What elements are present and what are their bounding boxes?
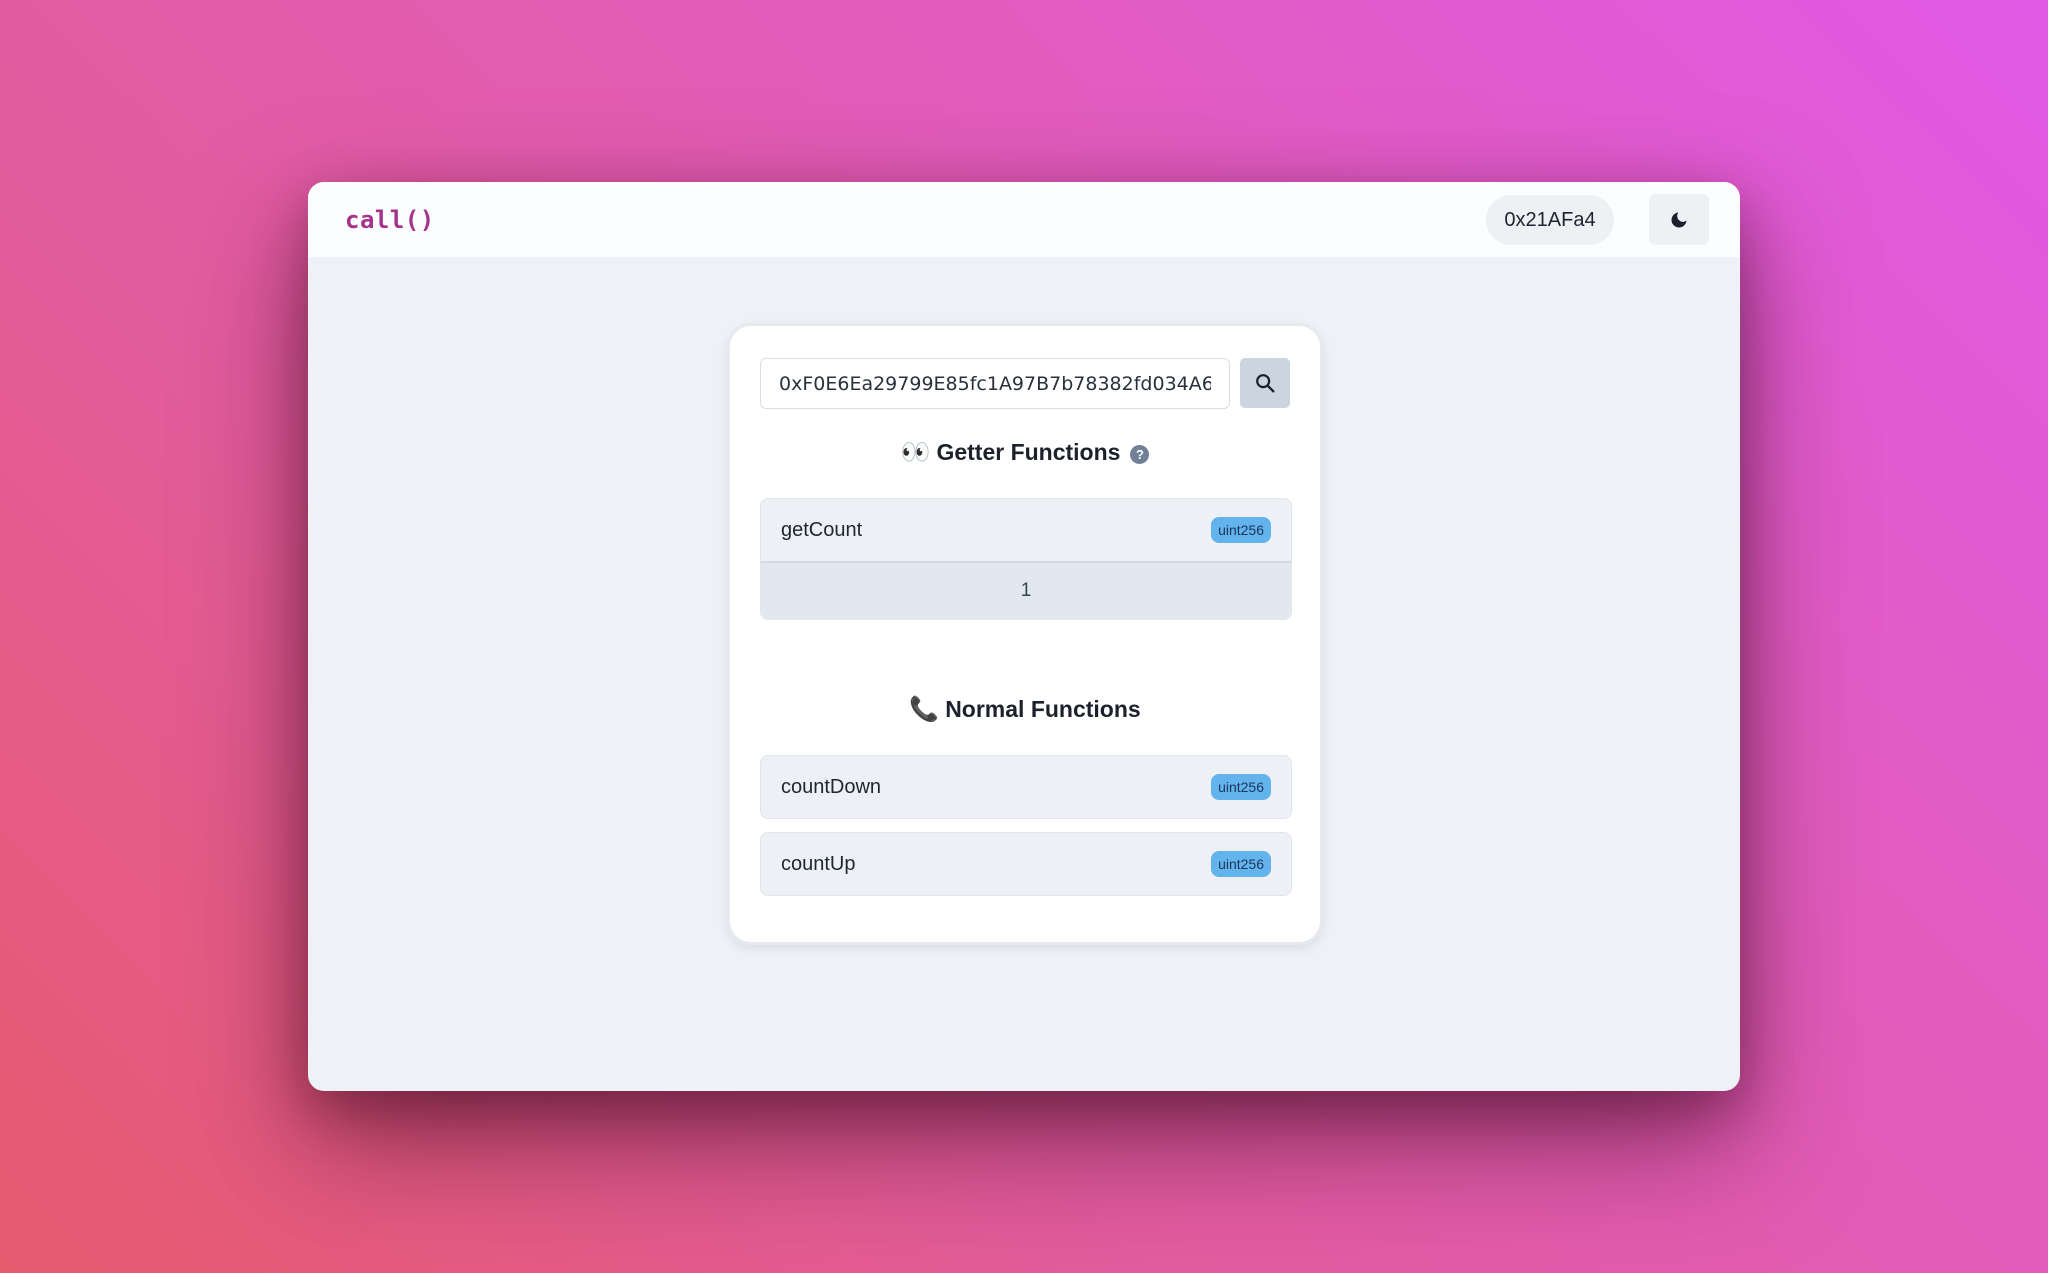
normal-function-item: countUp uint256 — [760, 832, 1292, 896]
getter-function-item: getCount uint256 1 — [760, 498, 1292, 620]
return-type-badge: uint256 — [1211, 774, 1271, 800]
getter-function-header[interactable]: getCount uint256 — [761, 499, 1291, 561]
search-bar — [760, 358, 1292, 409]
phone-icon: 📞 — [909, 696, 940, 723]
normal-functions-heading: 📞 Normal Functions — [730, 695, 1320, 724]
normal-function-header[interactable]: countDown uint256 — [761, 756, 1291, 818]
help-icon[interactable]: ? — [1130, 445, 1150, 464]
normal-functions-title: Normal Functions — [945, 696, 1141, 722]
normal-function-item: countDown uint256 — [760, 755, 1292, 819]
contract-card: 👀 Getter Functions ? getCount uint256 1 … — [727, 323, 1323, 945]
app-window: call() 0x21AFa4 👀 Getter Functions ? — [308, 182, 1740, 1091]
search-button[interactable] — [1240, 358, 1290, 408]
moon-icon — [1671, 212, 1687, 227]
theme-toggle-button[interactable] — [1649, 194, 1709, 245]
return-type-badge: uint256 — [1211, 851, 1271, 877]
function-name: countDown — [781, 775, 882, 798]
return-type-badge: uint256 — [1211, 517, 1271, 543]
normal-function-header[interactable]: countUp uint256 — [761, 833, 1291, 895]
function-result: 1 — [761, 561, 1291, 619]
contract-address-input[interactable] — [760, 358, 1230, 409]
app-logo[interactable]: call() — [345, 206, 435, 234]
getter-functions-title: Getter Functions — [936, 439, 1121, 465]
function-name: getCount — [781, 518, 863, 541]
search-icon — [1256, 374, 1275, 393]
top-bar: call() 0x21AFa4 — [308, 182, 1740, 257]
getter-functions-heading: 👀 Getter Functions ? — [730, 438, 1320, 467]
eyes-icon: 👀 — [900, 439, 931, 466]
function-name: countUp — [781, 852, 856, 875]
wallet-address-button[interactable]: 0x21AFa4 — [1486, 195, 1614, 245]
